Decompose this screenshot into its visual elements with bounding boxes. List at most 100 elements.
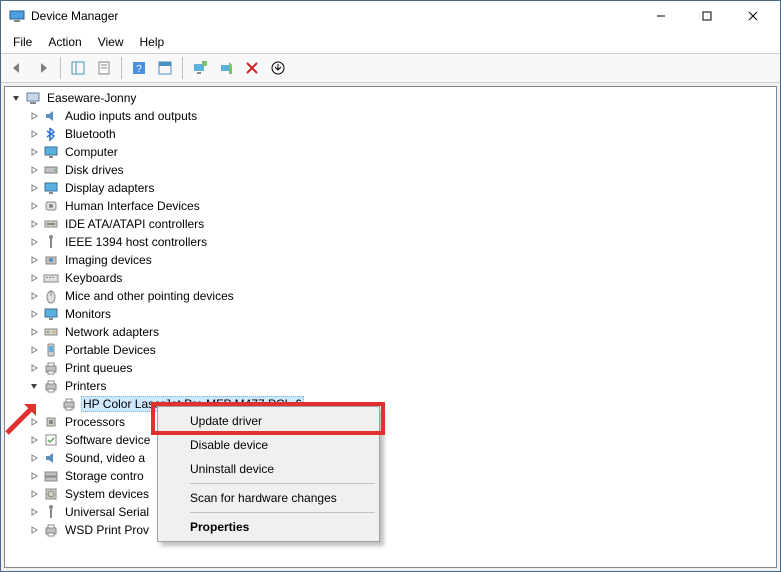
maximize-button[interactable]: [684, 2, 730, 30]
expand-arrow-icon[interactable]: [27, 469, 41, 483]
toolbar: ?: [1, 53, 780, 83]
expand-arrow-icon[interactable]: [27, 253, 41, 267]
context-item-disable-device[interactable]: Disable device: [160, 433, 377, 457]
tree-category-3[interactable]: Disk drives: [5, 161, 776, 179]
expand-arrow-icon[interactable]: [27, 523, 41, 537]
monitor-icon: [43, 180, 59, 196]
expand-arrow-icon[interactable]: [27, 217, 41, 231]
back-button[interactable]: [5, 56, 29, 80]
node-label: WSD Print Prov: [63, 523, 151, 537]
expand-arrow-icon[interactable]: [27, 235, 41, 249]
expand-arrow-icon[interactable]: [27, 307, 41, 321]
forward-button[interactable]: [31, 56, 55, 80]
node-label: IDE ATA/ATAPI controllers: [63, 217, 206, 231]
camera-icon: [43, 252, 59, 268]
computer-icon: [25, 90, 41, 106]
node-label: Display adapters: [63, 181, 156, 195]
update-driver-button[interactable]: [188, 56, 212, 80]
tree-category-12[interactable]: Network adapters: [5, 323, 776, 341]
tree-category-1[interactable]: Bluetooth: [5, 125, 776, 143]
tree-category-7[interactable]: IEEE 1394 host controllers: [5, 233, 776, 251]
help-button[interactable]: ?: [127, 56, 151, 80]
node-label: Software device: [63, 433, 152, 447]
tree-category-4[interactable]: Display adapters: [5, 179, 776, 197]
expand-arrow-icon[interactable]: [27, 361, 41, 375]
printer-icon: [43, 360, 59, 376]
tree-category-15[interactable]: Printers: [5, 377, 776, 395]
tree-category-5[interactable]: Human Interface Devices: [5, 197, 776, 215]
context-item-update-driver[interactable]: Update driver: [160, 409, 377, 433]
tree-category-9[interactable]: Keyboards: [5, 269, 776, 287]
node-label: Bluetooth: [63, 127, 118, 141]
node-label: Computer: [63, 145, 120, 159]
device-tree[interactable]: Easeware-Jonny Audio inputs and outputs Bl…: [4, 86, 777, 568]
tree-category-0[interactable]: Audio inputs and outputs: [5, 107, 776, 125]
window-title: Device Manager: [31, 9, 638, 23]
network-icon: [43, 324, 59, 340]
context-item-scan-for-hardware-changes[interactable]: Scan for hardware changes: [160, 486, 377, 510]
minimize-button[interactable]: [638, 2, 684, 30]
properties-button[interactable]: [92, 56, 116, 80]
expand-arrow-icon[interactable]: [27, 109, 41, 123]
tree-category-18[interactable]: Sound, video a: [5, 449, 776, 467]
expand-arrow-icon[interactable]: [27, 271, 41, 285]
menu-action[interactable]: Action: [40, 33, 89, 51]
collapse-arrow-icon[interactable]: [9, 91, 23, 105]
tree-category-11[interactable]: Monitors: [5, 305, 776, 323]
tree-category-19[interactable]: Storage contro: [5, 467, 776, 485]
tree-category-10[interactable]: Mice and other pointing devices: [5, 287, 776, 305]
expand-arrow-icon[interactable]: [27, 451, 41, 465]
expand-arrow-icon[interactable]: [27, 343, 41, 357]
collapse-arrow-icon[interactable]: [27, 379, 41, 393]
monitor-icon: [43, 144, 59, 160]
context-menu: Update driverDisable deviceUninstall dev…: [157, 406, 380, 542]
keyboard-icon: [43, 270, 59, 286]
tree-root[interactable]: Easeware-Jonny: [5, 89, 776, 107]
show-hide-tree-button[interactable]: [66, 56, 90, 80]
expand-arrow-icon[interactable]: [27, 199, 41, 213]
expand-arrow-icon[interactable]: [27, 127, 41, 141]
node-label: Mice and other pointing devices: [63, 289, 236, 303]
expand-arrow-icon[interactable]: [27, 289, 41, 303]
context-item-properties[interactable]: Properties: [160, 515, 377, 539]
node-label: Disk drives: [63, 163, 126, 177]
close-button[interactable]: [730, 2, 776, 30]
menu-file[interactable]: File: [5, 33, 40, 51]
node-label: Monitors: [63, 307, 113, 321]
context-item-uninstall-device[interactable]: Uninstall device: [160, 457, 377, 481]
tree-category-8[interactable]: Imaging devices: [5, 251, 776, 269]
expand-arrow-icon[interactable]: [27, 325, 41, 339]
tree-category-20[interactable]: System devices: [5, 485, 776, 503]
annotation-arrow: [2, 398, 42, 438]
node-label: Easeware-Jonny: [45, 91, 138, 105]
expand-arrow-icon[interactable]: [27, 181, 41, 195]
node-label: Human Interface Devices: [63, 199, 202, 213]
tree-category-2[interactable]: Computer: [5, 143, 776, 161]
expand-arrow-icon[interactable]: [27, 145, 41, 159]
system-icon: [43, 486, 59, 502]
tree-category-6[interactable]: IDE ATA/ATAPI controllers: [5, 215, 776, 233]
action-button[interactable]: [153, 56, 177, 80]
tree-category-17[interactable]: Software device: [5, 431, 776, 449]
tree-category-14[interactable]: Print queues: [5, 359, 776, 377]
tree-category-13[interactable]: Portable Devices: [5, 341, 776, 359]
expand-arrow-icon[interactable]: [27, 505, 41, 519]
expand-arrow-icon[interactable]: [27, 163, 41, 177]
menu-view[interactable]: View: [90, 33, 132, 51]
menu-help[interactable]: Help: [132, 33, 173, 51]
portable-icon: [43, 342, 59, 358]
tree-category-16[interactable]: Processors: [5, 413, 776, 431]
disk-icon: [43, 162, 59, 178]
disable-button[interactable]: [266, 56, 290, 80]
node-label: Universal Serial: [63, 505, 151, 519]
hid-icon: [43, 198, 59, 214]
tree-category-22[interactable]: WSD Print Prov: [5, 521, 776, 539]
tree-category-21[interactable]: Universal Serial: [5, 503, 776, 521]
usb-icon: [43, 504, 59, 520]
context-separator: [190, 512, 375, 513]
expand-arrow-icon[interactable]: [27, 487, 41, 501]
usb-icon: [43, 234, 59, 250]
uninstall-button[interactable]: [240, 56, 264, 80]
tree-device-15-0[interactable]: HP Color LaserJet Pro MFP M477 PCL-6: [5, 395, 776, 413]
scan-button[interactable]: [214, 56, 238, 80]
